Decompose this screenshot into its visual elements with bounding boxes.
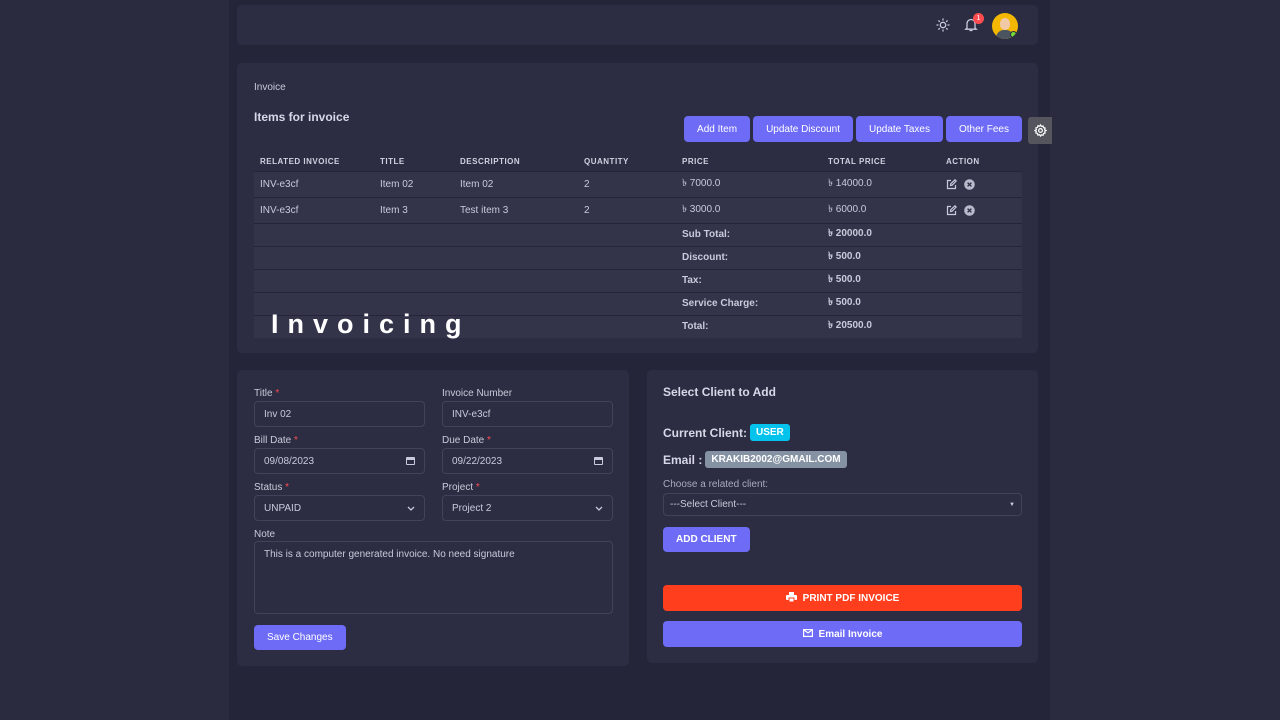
- summary-label: Service Charge:: [676, 291, 822, 315]
- notification-badge: 1: [973, 13, 984, 24]
- client-card: Select Client to Add Current Client: USE…: [647, 370, 1038, 663]
- add-item-button[interactable]: Add Item: [684, 116, 751, 142]
- notifications-bell-icon[interactable]: 1: [964, 13, 984, 35]
- cell-total: ৳ 14000.0: [822, 170, 940, 197]
- email-invoice-button[interactable]: Email Invoice: [663, 621, 1022, 647]
- summary-value: ৳ 20000.0: [822, 222, 940, 246]
- cell-total: ৳ 6000.0: [822, 196, 940, 223]
- note-label: Note: [254, 529, 276, 540]
- print-pdf-button[interactable]: PRINT PDF INVOICE: [663, 585, 1022, 611]
- calendar-icon[interactable]: [594, 457, 603, 465]
- col-related-invoice: RELATED INVOICE: [260, 157, 340, 167]
- table-row: INV-e3cf Item 3 Test item 3 2 ৳ 3000.0 ৳…: [254, 196, 1022, 223]
- summary-label: Tax:: [676, 268, 822, 292]
- delete-icon[interactable]: [964, 204, 975, 216]
- cell-title: Item 02: [374, 170, 454, 197]
- edit-icon[interactable]: [946, 178, 957, 190]
- due-date-input[interactable]: 09/22/2023: [442, 448, 613, 474]
- summary-value: ৳ 500.0: [822, 245, 940, 269]
- delete-icon[interactable]: [964, 178, 975, 190]
- calendar-icon[interactable]: [406, 457, 415, 465]
- cell-invoice: INV-e3cf: [254, 170, 374, 197]
- cell-action: [940, 170, 1022, 197]
- gear-icon: [1033, 124, 1047, 137]
- table-row: INV-e3cf Item 02 Item 02 2 ৳ 7000.0 ৳ 14…: [254, 170, 1022, 197]
- col-action: ACTION: [946, 157, 980, 167]
- cell-price: ৳ 7000.0: [676, 170, 822, 197]
- col-price: PRICE: [682, 157, 709, 167]
- theme-toggle-sun-icon[interactable]: [936, 18, 950, 35]
- printer-icon: [785, 591, 797, 605]
- update-taxes-button[interactable]: Update Taxes: [856, 116, 943, 142]
- email-badge: KRAKIB2002@GMAIL.COM: [705, 451, 847, 468]
- envelope-icon: [802, 628, 813, 640]
- client-card-title: Select Client to Add: [663, 385, 776, 399]
- project-label: Project *: [442, 482, 480, 493]
- current-client-label: Current Client:: [663, 425, 747, 440]
- col-description: DESCRIPTION: [460, 157, 521, 167]
- summary-label: Sub Total:: [676, 222, 822, 246]
- caret-down-icon: ▼: [1009, 501, 1015, 508]
- summary-label: Discount:: [676, 245, 822, 269]
- client-select[interactable]: ---Select Client--- ▼: [663, 493, 1022, 516]
- summary-row: Discount: ৳ 500.0: [254, 245, 1022, 269]
- bill-date-input[interactable]: 09/08/2023: [254, 448, 425, 474]
- summary-row: Tax: ৳ 500.0: [254, 268, 1022, 292]
- col-total-price: TOTAL PRICE: [828, 157, 886, 167]
- cell-description: Test item 3: [454, 196, 578, 223]
- title-label: Title *: [254, 388, 280, 399]
- invoice-number-label: Invoice Number: [442, 388, 513, 399]
- chevron-down-icon: [407, 506, 415, 511]
- bill-date-label: Bill Date *: [254, 435, 298, 446]
- choose-client-label: Choose a related client:: [663, 479, 769, 490]
- cell-invoice: INV-e3cf: [254, 196, 374, 223]
- cell-price: ৳ 3000.0: [676, 196, 822, 223]
- invoice-form-card: Title * Inv 02 Invoice Number INV-e3cf B…: [237, 370, 629, 666]
- due-date-label: Due Date *: [442, 435, 491, 446]
- add-client-button[interactable]: ADD CLIENT: [663, 527, 750, 552]
- col-title: TITLE: [380, 157, 405, 167]
- chevron-down-icon: [595, 506, 603, 511]
- cell-description: Item 02: [454, 170, 578, 197]
- user-avatar[interactable]: [992, 13, 1018, 39]
- title-input[interactable]: Inv 02: [254, 401, 425, 427]
- save-changes-button[interactable]: Save Changes: [254, 625, 346, 650]
- other-fees-button[interactable]: Other Fees: [945, 116, 1022, 142]
- email-label: Email :: [663, 452, 703, 467]
- settings-gear-button[interactable]: [1028, 117, 1052, 144]
- cell-title: Item 3: [374, 196, 454, 223]
- summary-value: ৳ 20500.0: [822, 314, 940, 338]
- current-client-badge: USER: [750, 424, 790, 441]
- cell-action: [940, 196, 1022, 223]
- status-select[interactable]: UNPAID: [254, 495, 425, 521]
- summary-value: ৳ 500.0: [822, 291, 940, 315]
- overlay-title: Invoicing: [271, 309, 471, 339]
- summary-row: Sub Total: ৳ 20000.0: [254, 222, 1022, 246]
- col-quantity: QUANTITY: [584, 157, 629, 167]
- summary-label: Total:: [676, 314, 822, 338]
- items-title: Items for invoice: [254, 110, 350, 124]
- edit-icon[interactable]: [946, 204, 957, 216]
- note-textarea[interactable]: This is a computer generated invoice. No…: [254, 541, 613, 614]
- breadcrumb: Invoice: [254, 82, 286, 93]
- invoice-number-input[interactable]: INV-e3cf: [442, 401, 613, 427]
- update-discount-button[interactable]: Update Discount: [753, 116, 853, 142]
- cell-quantity: 2: [578, 170, 676, 197]
- summary-value: ৳ 500.0: [822, 268, 940, 292]
- status-label: Status *: [254, 482, 290, 493]
- project-select[interactable]: Project 2: [442, 495, 613, 521]
- top-navbar: 1: [237, 5, 1038, 45]
- cell-quantity: 2: [578, 196, 676, 223]
